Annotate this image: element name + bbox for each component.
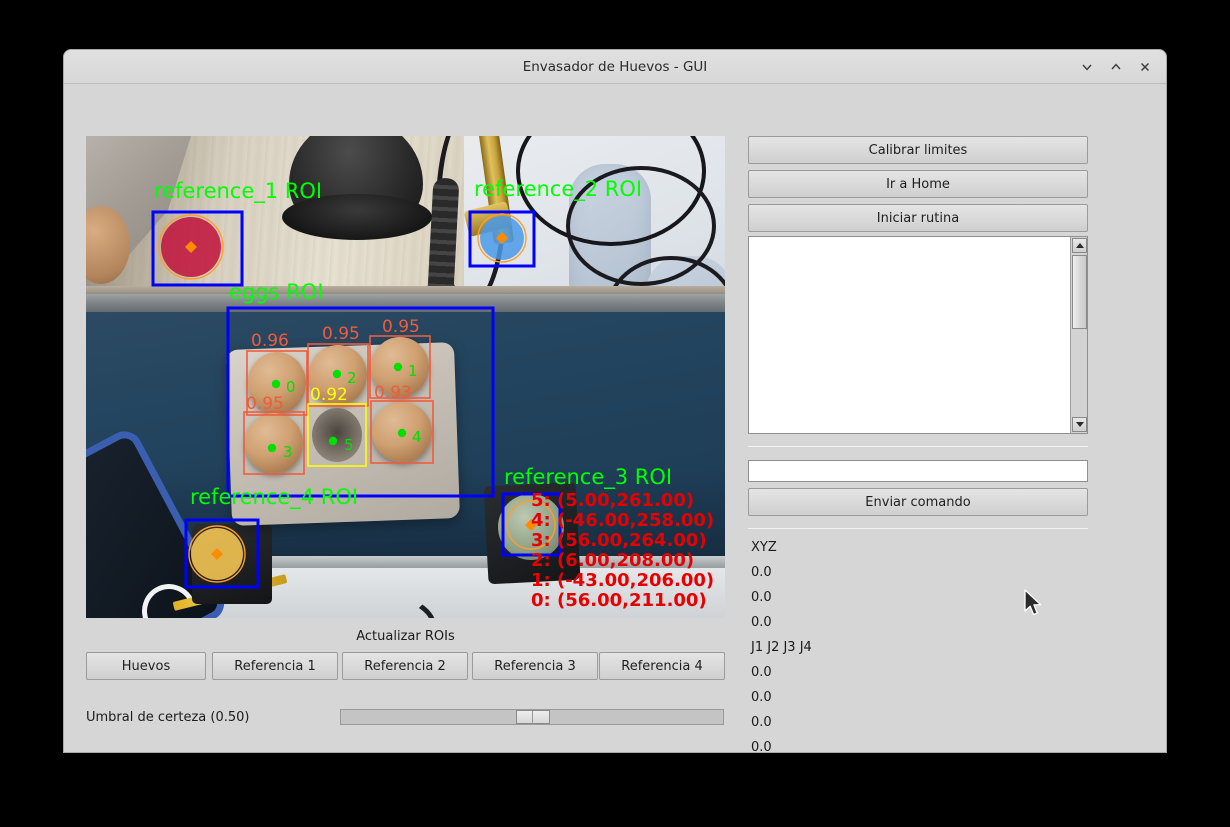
detection-conf-0: 0.96 — [251, 331, 289, 351]
detection-id-5: 5 — [344, 436, 354, 454]
detection-centroid-0 — [271, 379, 281, 389]
threshold-slider-handle[interactable] — [516, 710, 550, 725]
go-home-button[interactable]: Ir a Home — [748, 170, 1088, 198]
detection-id-4: 4 — [412, 428, 422, 446]
roi-button-referencia-3[interactable]: Referencia 3 — [472, 652, 598, 680]
minimize-icon[interactable] — [1076, 56, 1098, 78]
coordinate-line-3: 2: (6.00,208.00) — [531, 550, 694, 571]
detection-id-0: 0 — [286, 378, 296, 396]
detection-overlay: 0.96 0.95 0.95 0.95 0.92 0.93 0 2 1 3 5 4 reference_… — [151, 177, 714, 611]
joint-value-j3: 0.0 — [751, 715, 772, 730]
threshold-label: Umbral de certeza (0.50) — [86, 710, 250, 725]
detection-conf-3: 0.95 — [246, 394, 284, 414]
command-input[interactable] — [748, 460, 1088, 482]
log-output[interactable] — [748, 236, 1088, 434]
screen: Envasador de Huevos - GUI 0.96 0.95 0.95… — [0, 0, 1230, 827]
threshold-slider[interactable] — [340, 709, 724, 725]
detection-centroid-4 — [397, 428, 407, 438]
detection-id-3: 3 — [283, 443, 293, 461]
joint-value-j1: 0.0 — [751, 665, 772, 680]
xyz-value-x: 0.0 — [751, 565, 772, 580]
detection-conf-1: 0.95 — [382, 317, 420, 337]
scroll-up-icon[interactable] — [1072, 238, 1087, 253]
detection-conf-4: 0.93 — [374, 383, 412, 403]
roi-button-referencia-2[interactable]: Referencia 2 — [342, 652, 468, 680]
scrollbar-thumb[interactable] — [1072, 255, 1087, 329]
coordinate-line-1: 4: (-46.00,258.00) — [531, 510, 714, 531]
roi-button-huevos[interactable]: Huevos — [86, 652, 206, 680]
detection-id-2: 2 — [347, 369, 357, 387]
detection-conf-5: 0.92 — [310, 385, 348, 405]
send-command-button[interactable]: Enviar comando — [748, 488, 1088, 516]
roi-button-referencia-4[interactable]: Referencia 4 — [599, 652, 725, 680]
log-output-text — [753, 239, 1067, 431]
coordinate-line-2: 3: (56.00,264.00) — [531, 530, 707, 551]
coordinate-line-4: 1: (-43.00,206.00) — [531, 570, 714, 591]
detection-centroid-1 — [393, 362, 403, 372]
detection-box-3 — [243, 411, 305, 475]
client-area: 0.96 0.95 0.95 0.95 0.92 0.93 0 2 1 3 5 4 reference_… — [64, 84, 1166, 752]
maximize-icon[interactable] — [1105, 56, 1127, 78]
joint-value-j4: 0.0 — [751, 740, 772, 752]
window-title: Envasador de Huevos - GUI — [522, 59, 708, 75]
coordinate-line-5: 0: (56.00,211.00) — [531, 590, 707, 611]
application-window: Envasador de Huevos - GUI 0.96 0.95 0.95… — [64, 50, 1166, 752]
start-routine-button[interactable]: Iniciar rutina — [748, 204, 1088, 232]
window-controls — [1076, 50, 1156, 84]
close-icon[interactable] — [1134, 56, 1156, 78]
log-scrollbar[interactable] — [1070, 237, 1087, 433]
joint-value-j2: 0.0 — [751, 690, 772, 705]
roi-label-reference_2: reference_2 ROI — [474, 177, 642, 202]
xyz-value-y: 0.0 — [751, 590, 772, 605]
title-bar: Envasador de Huevos - GUI — [64, 50, 1166, 84]
detection-id-1: 1 — [408, 362, 418, 380]
coordinate-line-0: 5: (5.00,261.00) — [531, 490, 694, 511]
roi-label-reference_3: reference_3 ROI — [504, 465, 672, 490]
joints-label: J1 J2 J3 J4 — [751, 640, 812, 655]
separator-1 — [748, 446, 1088, 447]
calibrate-limits-button[interactable]: Calibrar limites — [748, 136, 1088, 164]
detection-centroid-3 — [267, 443, 277, 453]
roi-button-referencia-1[interactable]: Referencia 1 — [212, 652, 338, 680]
detection-box-5 — [307, 403, 367, 467]
scroll-down-icon[interactable] — [1072, 417, 1087, 432]
separator-2 — [748, 528, 1088, 529]
camera-feed[interactable]: 0.96 0.95 0.95 0.95 0.92 0.93 0 2 1 3 5 4 reference_… — [86, 136, 725, 618]
xyz-label: XYZ — [751, 540, 777, 555]
roi-section-title: Actualizar ROIs — [356, 629, 455, 644]
xyz-value-z: 0.0 — [751, 615, 772, 630]
roi-label-reference_1: reference_1 ROI — [154, 179, 322, 204]
detection-centroid-2 — [332, 369, 342, 379]
roi-label-reference_4: reference_4 ROI — [190, 485, 358, 510]
roi-label-eggs: eggs ROI — [229, 280, 324, 304]
detection-centroid-5 — [328, 436, 338, 446]
detection-conf-2: 0.95 — [322, 324, 360, 344]
